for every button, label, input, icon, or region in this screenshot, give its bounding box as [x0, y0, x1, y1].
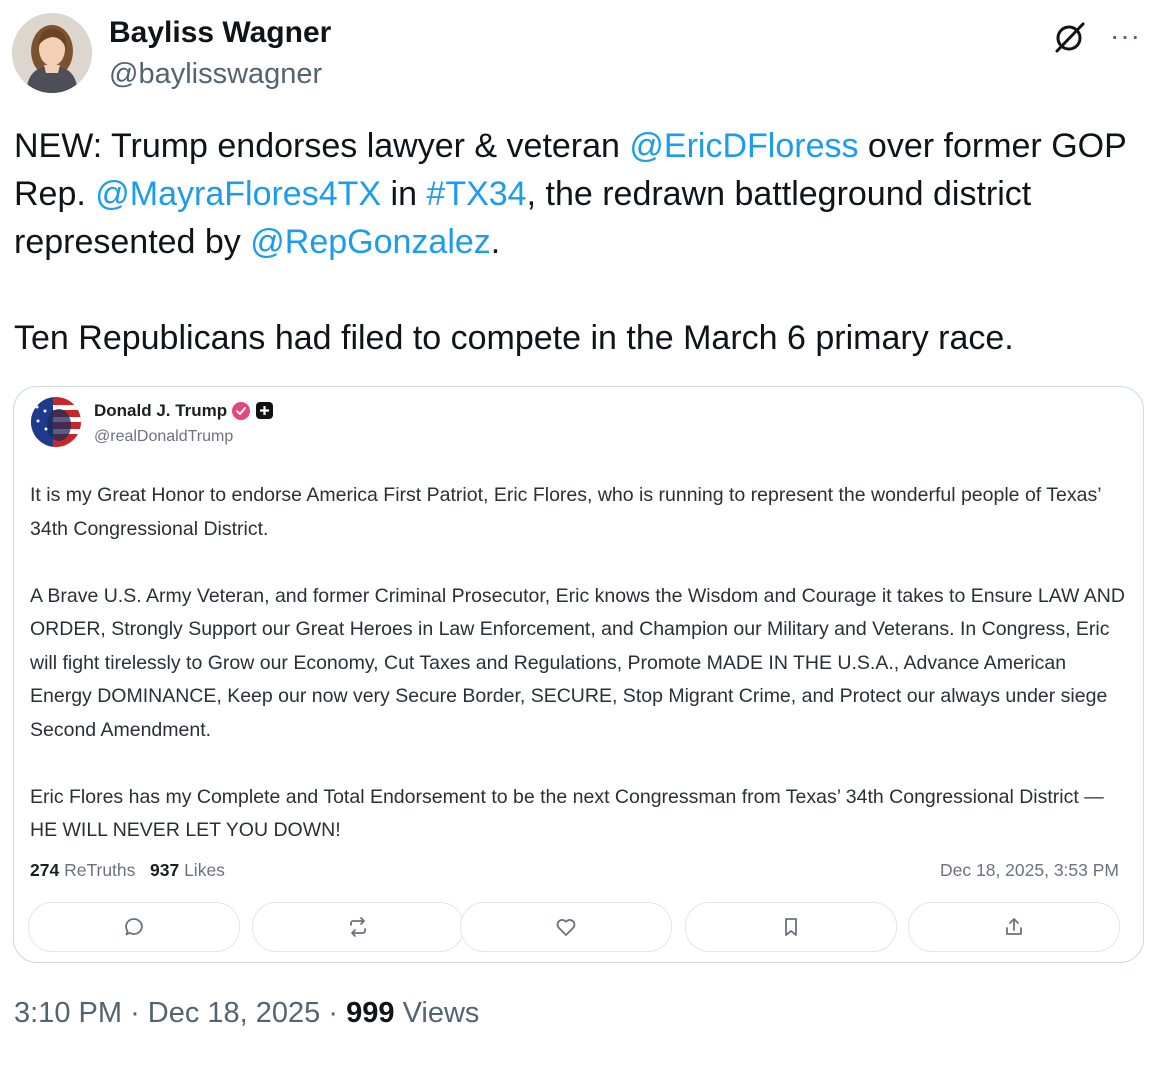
quoted-post-stats: 274 ReTruths 937 Likes [30, 860, 225, 881]
like-button[interactable] [460, 902, 672, 952]
tweet-meta: 3:10 PM · Dec 18, 2025 · 999 Views [14, 997, 479, 1030]
reply-icon [125, 918, 143, 936]
quoted-post-body: It is my Great Honor to endorse America … [30, 479, 1130, 848]
quoted-paragraph-3: Eric Flores has my Complete and Total En… [30, 785, 1104, 842]
quoted-post-card[interactable]: Donald J. Trump @realDonaldTrump It is m… [13, 386, 1144, 963]
quoted-author-name[interactable]: Donald J. Trump [94, 401, 227, 421]
retruth-button[interactable] [252, 902, 464, 952]
flag-portrait-icon [31, 397, 81, 447]
author-avatar[interactable] [12, 13, 92, 93]
quoted-post-actions [28, 902, 1120, 952]
quoted-paragraph-2: A Brave U.S. Army Veteran, and former Cr… [30, 584, 1125, 741]
tweet-paragraph-2: Ten Republicans had filed to compete in … [14, 319, 1014, 357]
reply-button[interactable] [28, 902, 240, 952]
plus-badge-icon [256, 402, 273, 419]
tweet-text-segment: in [381, 175, 427, 213]
meta-separator: · [328, 997, 339, 1029]
like-icon [556, 919, 576, 936]
quoted-author-avatar[interactable] [31, 397, 81, 447]
tweet-text-segment: . [490, 223, 501, 261]
avatar-photo-icon [12, 13, 92, 93]
quoted-post-date: Dec 18, 2025, 3:53 PM [940, 860, 1119, 880]
share-icon [1006, 918, 1022, 935]
retruths-count: 274 [30, 860, 60, 880]
meta-separator: · [130, 997, 140, 1029]
views-count: 999 [346, 997, 395, 1029]
mention-ericdfloress-link[interactable]: @EricDFloress [629, 127, 858, 165]
grok-slash-icon[interactable] [1053, 20, 1087, 54]
likes-label: Likes [184, 860, 225, 880]
author-name[interactable]: Bayliss Wagner [109, 16, 331, 50]
more-options-icon[interactable]: ··· [1110, 22, 1141, 50]
mention-repgonzalez-link[interactable]: @RepGonzalez [250, 223, 491, 261]
mention-mayraflores4tx-link[interactable]: @MayraFlores4TX [95, 175, 381, 213]
quoted-paragraph-1: It is my Great Honor to endorse America … [30, 484, 1101, 540]
bookmark-icon [785, 918, 797, 936]
verified-badge-icon [232, 402, 250, 420]
retruths-label: ReTruths [64, 860, 136, 880]
tweet-paragraph-1: NEW: Trump endorses lawyer & veteran @Er… [14, 122, 1154, 266]
hashtag-tx34-link[interactable]: #TX34 [426, 175, 526, 213]
author-handle[interactable]: @baylisswagner [109, 58, 322, 91]
likes-count: 937 [150, 860, 180, 880]
quoted-author-handle[interactable]: @realDonaldTrump [94, 428, 233, 446]
retruth-icon [350, 917, 366, 937]
views-label: Views [402, 997, 480, 1029]
share-button[interactable] [908, 902, 1120, 952]
tweet-text-segment: NEW: Trump endorses lawyer & veteran [14, 127, 630, 165]
bookmark-button[interactable] [685, 902, 897, 952]
tweet-date[interactable]: Dec 18, 2025 [148, 997, 321, 1029]
tweet-text: NEW: Trump endorses lawyer & veteran @Er… [14, 122, 1154, 362]
tweet: Bayliss Wagner @baylisswagner ··· NEW: T… [0, 0, 1166, 1070]
tweet-time[interactable]: 3:10 PM [14, 997, 122, 1029]
